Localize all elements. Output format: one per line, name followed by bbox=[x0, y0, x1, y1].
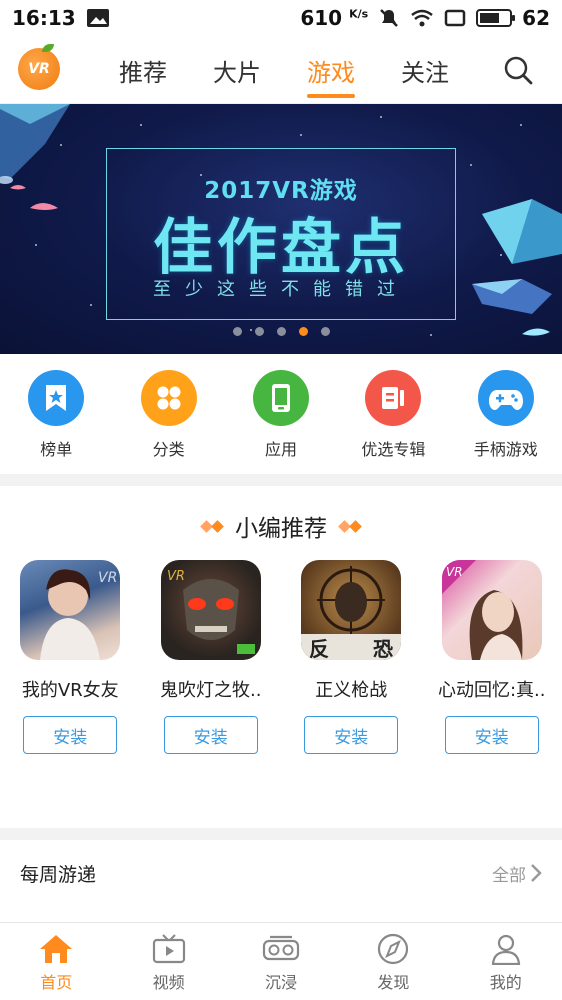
weekly-section-header: 每周游递 全部 bbox=[0, 842, 562, 904]
install-button[interactable]: 安装 bbox=[444, 716, 539, 754]
app-card[interactable]: 反恐 正义枪战 安装 bbox=[281, 560, 422, 760]
banner-frame: 2017VR游戏 佳作盘点 至少这些不能错过 bbox=[106, 148, 456, 320]
nav-label: 我的 bbox=[489, 973, 522, 992]
svg-text:反: 反 bbox=[309, 637, 329, 660]
category-gamepad[interactable]: 手柄游戏 bbox=[450, 354, 562, 474]
install-button[interactable]: 安装 bbox=[304, 716, 399, 754]
recommend-app-list: VR 我的VR女友 安装 VR 鬼吹灯之牧.. 安装 反恐 正义枪战 安装 VR… bbox=[0, 560, 562, 760]
tab-follow[interactable]: 关注 bbox=[378, 36, 472, 104]
battery-icon bbox=[476, 9, 516, 27]
category-apps[interactable]: 应用 bbox=[225, 354, 337, 474]
carousel-dot-active[interactable] bbox=[298, 327, 308, 336]
album-icon bbox=[365, 370, 422, 426]
app-card[interactable]: VR 鬼吹灯之牧.. 安装 bbox=[141, 560, 282, 760]
category-albums[interactable]: 优选专辑 bbox=[337, 354, 449, 474]
install-button[interactable]: 安装 bbox=[163, 716, 258, 754]
section-divider bbox=[0, 474, 562, 486]
crystal-left-decoration bbox=[0, 104, 70, 210]
nav-label: 首页 bbox=[40, 973, 73, 992]
nav-video[interactable]: 视频 bbox=[112, 923, 224, 1000]
diamond-decoration-icon bbox=[200, 519, 224, 533]
app-name: 正义枪战 bbox=[315, 680, 388, 701]
app-name: 心动回忆:真.. bbox=[437, 680, 546, 701]
recommend-header: 小编推荐 bbox=[0, 506, 562, 546]
wifi-icon bbox=[411, 9, 433, 27]
install-button[interactable]: 安装 bbox=[23, 716, 118, 754]
banner-carousel[interactable]: 2017VR游戏 佳作盘点 至少这些不能错过 bbox=[0, 104, 562, 354]
status-bar: 16:13 610 K/s 62 bbox=[0, 0, 562, 36]
app-card[interactable]: VR 我的VR女友 安装 bbox=[0, 560, 141, 760]
banner-tagline: 至少这些不能错过 bbox=[153, 279, 409, 300]
bottom-nav: 首页 视频 沉浸 发现 我的 bbox=[0, 922, 562, 1000]
search-icon[interactable] bbox=[502, 54, 534, 86]
nav-immersive[interactable]: 沉浸 bbox=[225, 923, 337, 1000]
vr-headset-icon bbox=[262, 935, 300, 961]
category-label: 分类 bbox=[152, 440, 185, 459]
category-shortcuts: 榜单 分类 应用 优选专辑 手柄游戏 bbox=[0, 354, 562, 474]
svg-text:VR: VR bbox=[98, 570, 117, 586]
category-label: 手柄游戏 bbox=[473, 440, 538, 459]
carousel-dot[interactable] bbox=[320, 327, 330, 336]
carousel-dots bbox=[0, 327, 562, 336]
gamepad-icon bbox=[477, 370, 534, 426]
category-label: 榜单 bbox=[40, 440, 73, 459]
net-speed: 610 K/s bbox=[300, 6, 369, 30]
app-icon-vr-girlfriend[interactable]: VR bbox=[20, 560, 121, 660]
category-classify[interactable]: 分类 bbox=[112, 354, 224, 474]
image-notification-icon bbox=[86, 9, 109, 27]
view-all-label: 全部 bbox=[492, 865, 526, 886]
app-name: 鬼吹灯之牧.. bbox=[160, 680, 262, 701]
status-time: 16:13 bbox=[12, 6, 76, 30]
nav-profile[interactable]: 我的 bbox=[450, 923, 562, 1000]
svg-text:恐: 恐 bbox=[373, 637, 393, 660]
category-label: 应用 bbox=[264, 440, 297, 459]
section-divider bbox=[0, 828, 562, 840]
tab-recommend[interactable]: 推荐 bbox=[96, 36, 190, 104]
tv-icon bbox=[152, 934, 185, 964]
app-logo[interactable]: VR bbox=[18, 44, 60, 90]
nav-label: 视频 bbox=[152, 973, 185, 992]
tab-movies[interactable]: 大片 bbox=[190, 36, 284, 104]
bookmark-star-icon bbox=[28, 370, 85, 426]
category-ranking[interactable]: 榜单 bbox=[0, 354, 112, 474]
nav-discover[interactable]: 发现 bbox=[337, 923, 449, 1000]
app-icon-ghost-lamp[interactable]: VR bbox=[160, 560, 261, 660]
tab-games[interactable]: 游戏 bbox=[284, 36, 378, 104]
recommend-title: 小编推荐 bbox=[235, 516, 327, 542]
weekly-title: 每周游递 bbox=[20, 863, 97, 886]
nav-label: 发现 bbox=[377, 973, 410, 992]
battery-level: 62 bbox=[522, 6, 550, 30]
banner-title: 佳作盘点 bbox=[153, 213, 409, 283]
svg-text:VR: VR bbox=[446, 565, 463, 579]
app-name: 我的VR女友 bbox=[21, 680, 119, 701]
category-label: 优选专辑 bbox=[361, 440, 426, 459]
screen-icon bbox=[444, 9, 466, 27]
home-icon bbox=[40, 935, 73, 963]
svg-text:VR: VR bbox=[167, 569, 185, 584]
nav-label: 沉浸 bbox=[264, 973, 297, 992]
app-icon-justice-gunfight[interactable]: 反恐 bbox=[301, 560, 402, 660]
app-icon-heart-memory[interactable]: VR bbox=[441, 560, 542, 660]
mute-icon bbox=[380, 9, 399, 27]
carousel-dot[interactable] bbox=[254, 327, 264, 336]
phone-icon bbox=[252, 370, 309, 426]
top-tabs: 推荐 大片 游戏 关注 bbox=[96, 36, 472, 104]
view-all-link[interactable]: 全部 bbox=[492, 861, 542, 886]
grid-icon bbox=[140, 370, 197, 426]
user-icon bbox=[491, 934, 520, 965]
nav-home[interactable]: 首页 bbox=[0, 923, 112, 1000]
carousel-dot[interactable] bbox=[276, 327, 286, 336]
top-nav: VR 推荐 大片 游戏 关注 bbox=[0, 36, 562, 104]
compass-icon bbox=[378, 933, 409, 965]
diamond-decoration-icon bbox=[338, 519, 362, 533]
chevron-right-icon bbox=[531, 864, 542, 882]
app-card[interactable]: VR 心动回忆:真.. 安装 bbox=[422, 560, 562, 760]
carousel-dot[interactable] bbox=[232, 327, 242, 336]
